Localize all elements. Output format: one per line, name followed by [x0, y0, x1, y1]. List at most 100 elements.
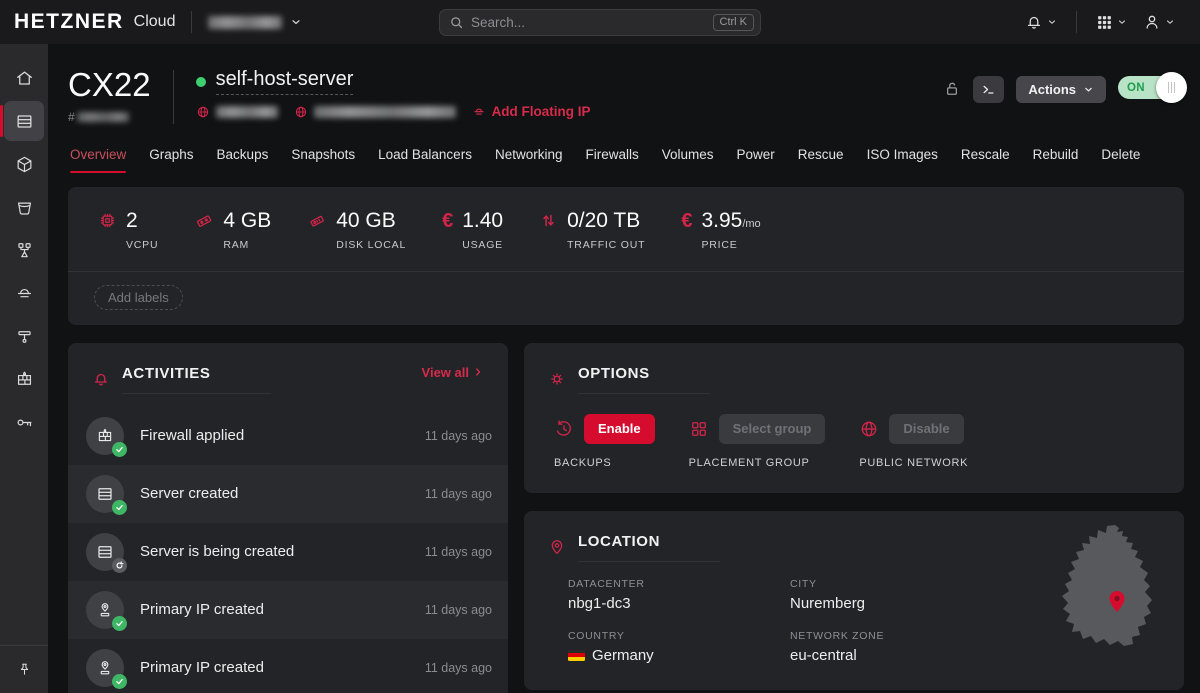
add-floating-ip-link[interactable]: Add Floating IP — [472, 104, 591, 119]
options-title: OPTIONS — [578, 365, 650, 382]
tab-rebuild[interactable]: Rebuild — [1033, 147, 1079, 173]
ipv6-address[interactable] — [294, 105, 456, 119]
lock-open-icon[interactable] — [943, 76, 961, 98]
activity-time: 11 days ago — [425, 487, 492, 501]
chevron-down-icon — [1083, 84, 1094, 95]
tab-iso-images[interactable]: ISO Images — [867, 147, 938, 173]
tab-backups[interactable]: Backups — [217, 147, 269, 173]
tab-delete[interactable]: Delete — [1101, 147, 1140, 173]
console-button[interactable] — [973, 76, 1004, 103]
tab-graphs[interactable]: Graphs — [149, 147, 193, 173]
apps-menu[interactable] — [1091, 10, 1132, 35]
location-title: LOCATION — [578, 533, 660, 550]
bell-icon — [1025, 13, 1043, 31]
chevron-down-icon — [290, 16, 302, 28]
sidebar-footer — [0, 645, 48, 693]
select-placement-group-button[interactable]: Select group — [719, 414, 826, 444]
ipv6-redacted — [314, 106, 456, 118]
germany-map — [1060, 523, 1160, 655]
tab-firewalls[interactable]: Firewalls — [585, 147, 638, 173]
chevron-down-icon — [1165, 17, 1175, 27]
activity-row-primary-ip-created[interactable]: Primary IP created 11 days ago — [68, 639, 508, 693]
activity-row-server-created[interactable]: Server created 11 days ago — [68, 465, 508, 523]
search-bar[interactable]: Ctrl K — [439, 9, 761, 36]
status-running-dot — [196, 77, 206, 87]
power-toggle-knob — [1156, 72, 1187, 103]
ipv4-address[interactable] — [196, 105, 278, 119]
tab-snapshots[interactable]: Snapshots — [291, 147, 355, 173]
search-shortcut: Ctrl K — [713, 14, 755, 31]
tab-power[interactable]: Power — [737, 147, 775, 173]
euro-icon: € — [442, 211, 453, 231]
activity-row-firewall-applied[interactable]: Firewall applied 11 days ago — [68, 407, 508, 465]
labels-bar: Add labels — [68, 271, 1184, 325]
tab-load-balancers[interactable]: Load Balancers — [378, 147, 472, 173]
sidebar-item-object-storage[interactable] — [4, 187, 44, 227]
tab-bar: Overview Graphs Backups Snapshots Load B… — [68, 145, 1184, 173]
divider — [1076, 11, 1077, 33]
option-backups: Enable BACKUPS — [554, 414, 655, 469]
sidebar-item-load-balancers[interactable] — [4, 230, 44, 270]
euro-icon: € — [681, 211, 692, 231]
success-check-icon — [112, 500, 127, 515]
globe-icon — [196, 105, 210, 119]
enable-backups-button[interactable]: Enable — [584, 414, 655, 444]
bell-icon — [92, 370, 110, 388]
tab-overview[interactable]: Overview — [70, 147, 126, 173]
germany-flag-icon — [568, 650, 585, 661]
server-name[interactable]: self-host-server — [216, 68, 354, 95]
sidebar — [0, 44, 48, 693]
user-icon — [1143, 13, 1161, 31]
server-icon — [15, 112, 34, 131]
network-icon — [15, 327, 34, 346]
project-selector[interactable] — [208, 16, 302, 29]
sidebar-item-home[interactable] — [4, 58, 44, 98]
sidebar-item-security[interactable] — [4, 402, 44, 442]
view-all-link[interactable]: View all — [422, 365, 484, 380]
sidebar-item-volumes[interactable] — [4, 144, 44, 184]
sidebar-item-servers[interactable] — [4, 101, 44, 141]
sidebar-item-networks[interactable] — [4, 316, 44, 356]
product-name: Cloud — [134, 13, 176, 31]
sidebar-item-firewalls[interactable] — [4, 359, 44, 399]
server-id: # — [68, 110, 151, 124]
backup-history-icon — [554, 419, 574, 439]
search-input[interactable] — [471, 15, 706, 30]
account-menu[interactable] — [1138, 9, 1180, 35]
cube-icon — [15, 155, 34, 174]
notifications-menu[interactable] — [1020, 9, 1062, 35]
sidebar-item-floating-ips[interactable] — [4, 273, 44, 313]
pin-icon — [17, 662, 32, 677]
globe-icon — [294, 105, 308, 119]
power-toggle[interactable]: ON — [1118, 76, 1174, 99]
hetzner-logo: HETZNER — [14, 10, 124, 34]
activity-time: 11 days ago — [425, 545, 492, 559]
price-suffix: /mo — [742, 218, 760, 230]
tab-rescale[interactable]: Rescale — [961, 147, 1010, 173]
activity-list: Firewall applied 11 days ago — [68, 407, 508, 693]
success-check-icon — [112, 442, 127, 457]
tab-networking[interactable]: Networking — [495, 147, 563, 173]
stat-traffic: 0/20 TB TRAFFIC OUT — [539, 209, 645, 251]
activity-time: 11 days ago — [425, 661, 492, 675]
activity-row-server-being-created[interactable]: Server is being created 11 days ago — [68, 523, 508, 581]
floating-ip-icon — [472, 105, 486, 119]
gear-icon — [548, 370, 566, 388]
stat-disk: 40 GB DISK LOCAL — [307, 209, 406, 251]
location-country: COUNTRY Germany — [568, 630, 790, 664]
disable-public-network-button[interactable]: Disable — [889, 414, 963, 444]
load-balancer-icon — [15, 241, 34, 260]
pin-sidebar-button[interactable] — [8, 655, 40, 683]
activity-row-primary-ip-created[interactable]: Primary IP created 11 days ago — [68, 581, 508, 639]
ram-stick-icon — [194, 211, 214, 231]
firewall-icon — [15, 370, 34, 389]
add-labels-button[interactable]: Add labels — [94, 285, 183, 310]
chevron-right-icon — [472, 366, 484, 378]
actions-button[interactable]: Actions — [1016, 76, 1106, 103]
location-datacenter: DATACENTER nbg1-dc3 — [568, 578, 790, 612]
tab-volumes[interactable]: Volumes — [662, 147, 714, 173]
console-terminal-icon — [981, 82, 996, 97]
tab-rescue[interactable]: Rescue — [798, 147, 844, 173]
floating-ip-icon — [15, 284, 34, 303]
success-check-icon — [112, 616, 127, 631]
